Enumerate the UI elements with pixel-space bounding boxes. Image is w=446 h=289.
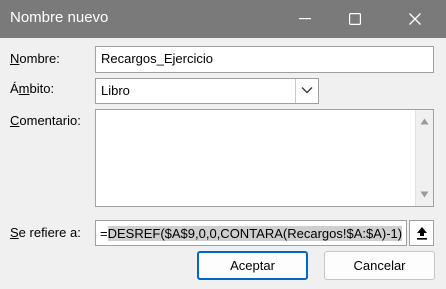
- scope-dropdown[interactable]: Libro: [95, 78, 319, 104]
- refers-to-value: =DESREF($A$9,0,0,CONTARA(Recargos!$A:$A)…: [100, 226, 403, 241]
- window-title: Nombre nuevo: [10, 9, 109, 26]
- maximize-icon: [349, 13, 361, 25]
- close-icon: [409, 13, 421, 25]
- accept-button[interactable]: Aceptar: [197, 251, 308, 280]
- comment-scrollbar[interactable]: [415, 110, 433, 206]
- name-value: Recargos_Ejercicio: [101, 51, 213, 66]
- refers-to-input[interactable]: =DESREF($A$9,0,0,CONTARA(Recargos!$A:$A)…: [95, 220, 407, 246]
- cancel-button[interactable]: Cancelar: [324, 251, 435, 280]
- collapse-dialog-button[interactable]: [409, 220, 434, 246]
- refers-selection: DESREF($A$9,0,0,CONTARA(Recargos!$A:$A)-…: [107, 226, 403, 241]
- maximize-button[interactable]: [332, 0, 378, 38]
- scope-value: Libro: [101, 83, 130, 98]
- refers-label: Se refiere a:: [10, 225, 81, 240]
- scope-dropdown-button[interactable]: [295, 79, 318, 103]
- triangle-up-icon[interactable]: [420, 118, 429, 125]
- chevron-down-icon: [301, 87, 313, 94]
- name-input[interactable]: Recargos_Ejercicio: [95, 46, 434, 73]
- minimize-icon: [299, 18, 311, 20]
- name-label: Nombre:: [10, 51, 60, 66]
- comment-label: Comentario:: [10, 113, 81, 128]
- title-bar: Nombre nuevo: [0, 0, 446, 38]
- scope-label: Ámbito:: [10, 81, 55, 96]
- close-button[interactable]: [392, 0, 438, 38]
- minimize-button[interactable]: [282, 0, 328, 38]
- triangle-down-icon[interactable]: [420, 191, 429, 198]
- comment-textarea[interactable]: [95, 109, 434, 207]
- upload-arrow-icon: [417, 227, 427, 240]
